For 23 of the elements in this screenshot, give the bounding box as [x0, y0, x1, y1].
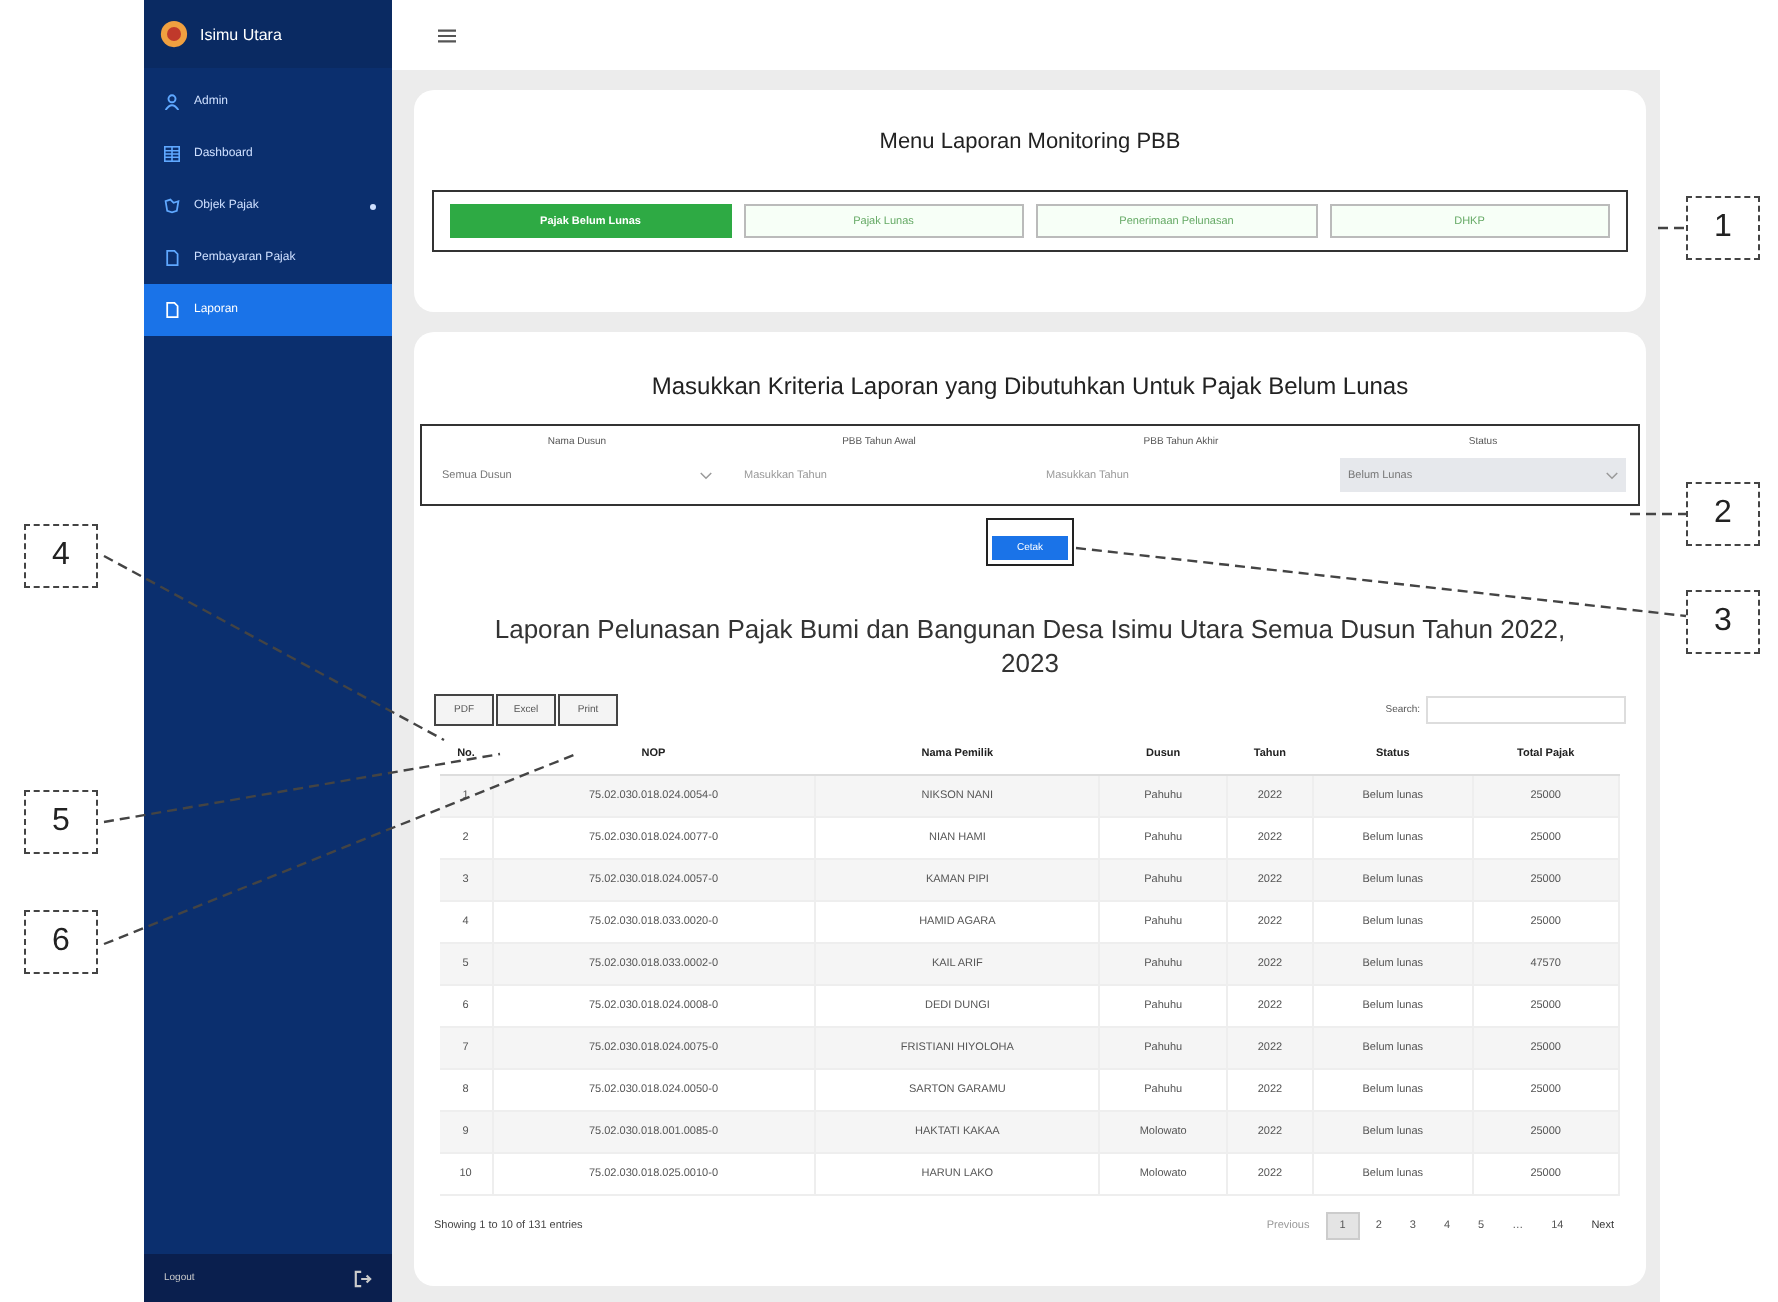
- menu-title: Menu Laporan Monitoring PBB: [879, 130, 1181, 154]
- document-icon: [164, 302, 180, 318]
- callout-number: 5: [24, 790, 98, 854]
- search-field[interactable]: [1426, 695, 1626, 724]
- callout-number: 3: [1686, 590, 1760, 654]
- chevron-icon: [1606, 471, 1618, 479]
- chevron-icon: [700, 471, 712, 479]
- menu-icon[interactable]: [438, 27, 456, 43]
- callout-number: 1: [1686, 196, 1760, 260]
- brand-name: Isimu Utara: [200, 25, 282, 43]
- map-icon: [164, 198, 180, 214]
- callout-number: 4: [24, 524, 98, 588]
- criteria-title: Masukkan Kriteria Laporan yang Dibutuhkan Untuk Pajak Belum Lunas: [651, 372, 1409, 400]
- logo-icon: [160, 20, 188, 48]
- logout-icon[interactable]: [354, 1269, 372, 1287]
- callout-number: 6: [24, 910, 98, 974]
- document-icon: [164, 250, 180, 266]
- grid-icon: [164, 146, 180, 162]
- user-icon: [164, 94, 180, 110]
- report-title: Laporan Pelunasan Pajak Bumi dan Bangunan Desa Isimu Utara Semua Dusun Tahun 2022, 2023: [492, 614, 1568, 682]
- leader-line: [1630, 512, 1686, 516]
- callout-number: 2: [1686, 482, 1760, 546]
- leader-line: [1658, 226, 1686, 230]
